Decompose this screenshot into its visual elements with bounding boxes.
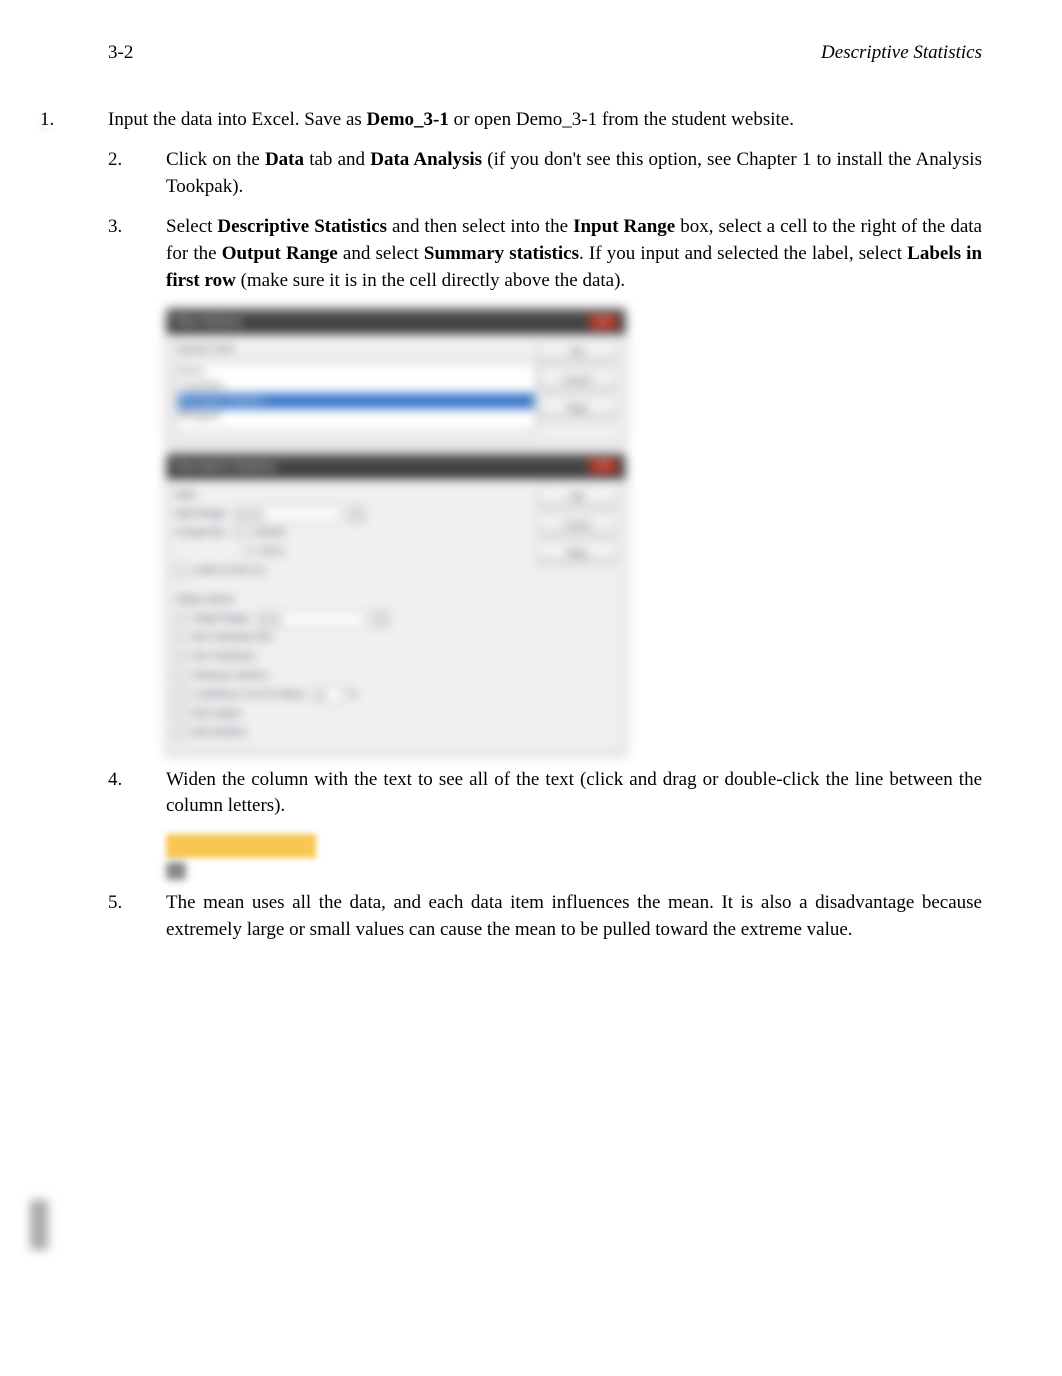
text-bold: Demo_3-1 xyxy=(367,109,449,130)
text-bold: Output Range xyxy=(222,243,338,264)
ok-button[interactable]: OK xyxy=(537,342,617,364)
page-number: 3-2 xyxy=(108,40,133,67)
output-range-radio[interactable] xyxy=(175,613,186,624)
input-range-field[interactable]: $A:$A xyxy=(233,506,343,522)
new-workbook-radio[interactable] xyxy=(175,651,186,662)
range-picker-icon[interactable] xyxy=(373,611,389,627)
percent-label: % xyxy=(349,687,357,703)
text-fragment: . If you input and selected the label, s… xyxy=(579,243,907,264)
text-fragment: Click on the xyxy=(166,149,265,170)
text-fragment: tab and xyxy=(304,149,370,170)
step-number: 5. xyxy=(108,890,166,943)
text-bold: Data xyxy=(265,149,304,170)
step-3: 3. Select Descriptive Statistics and the… xyxy=(108,214,982,294)
kth-smallest-checkbox[interactable] xyxy=(175,727,187,739)
input-range-label: Input Range: xyxy=(175,506,227,522)
dialog-screenshots: Data Analysis ✕ Analysis Tools Anova Cor… xyxy=(166,308,982,753)
text-bold: Summary statistics xyxy=(424,243,579,264)
page-header: 3-2 Descriptive Statistics xyxy=(108,40,982,107)
step-2: 2. Click on the Data tab and Data Analys… xyxy=(108,147,982,200)
step-1: 1. Input the data into Excel. Save as De… xyxy=(40,107,982,134)
new-worksheet-radio[interactable] xyxy=(175,632,186,643)
dialog-title-text: Data Analysis xyxy=(175,313,242,330)
summary-stats-label: Summary statistics xyxy=(193,668,269,684)
analysis-tools-label: Analysis Tools xyxy=(175,342,537,358)
range-picker-icon[interactable] xyxy=(349,506,365,522)
new-workbook-label: New Workbook xyxy=(192,649,255,665)
confidence-value[interactable]: 95 xyxy=(313,687,343,703)
rows-label: Rows xyxy=(262,544,285,560)
descriptive-statistics-dialog: Descriptive Statistics ✕ Input Input Ran… xyxy=(166,453,626,753)
new-worksheet-label: New Worksheet Ply: xyxy=(192,630,274,646)
rows-radio[interactable] xyxy=(245,546,256,557)
text-bold: Data Analysis xyxy=(370,149,482,170)
text-fragment: and then select into the xyxy=(387,216,573,237)
dialog-titlebar: Descriptive Statistics ✕ xyxy=(167,454,625,479)
selected-tool[interactable]: Descriptive Statistics xyxy=(178,393,534,409)
output-range-label: Output Range: xyxy=(192,611,251,627)
text-bold: Descriptive Statistics xyxy=(217,216,387,237)
redacted-smudge xyxy=(166,862,186,880)
columns-radio[interactable] xyxy=(233,527,244,538)
step-text: Click on the Data tab and Data Analysis … xyxy=(166,147,982,200)
step-number: 2. xyxy=(108,147,166,200)
columns-label: Columns xyxy=(250,525,286,541)
close-icon[interactable]: ✕ xyxy=(589,315,617,329)
help-button[interactable]: Help xyxy=(537,543,617,565)
faint-margin-number: 1. xyxy=(38,112,52,139)
help-button[interactable]: Help xyxy=(537,398,617,420)
step-text: Select Descriptive Statistics and then s… xyxy=(166,214,982,294)
margin-redaction xyxy=(30,1200,48,1250)
text-fragment: (make sure it is in the cell directly ab… xyxy=(236,270,625,291)
text-bold: Input Range xyxy=(573,216,675,237)
output-section-label: Output options xyxy=(175,592,537,608)
kth-largest-label: Kth Largest: xyxy=(193,706,243,722)
cancel-button[interactable]: Cancel xyxy=(537,515,617,537)
dialog-titlebar: Data Analysis ✕ xyxy=(167,309,625,334)
confidence-label: Confidence Level for Mean: xyxy=(193,687,307,703)
labels-first-row-label: Labels in first row xyxy=(193,563,267,579)
text-fragment: Input the data into Excel. Save as xyxy=(108,109,367,130)
page-title: Descriptive Statistics xyxy=(821,40,982,67)
dialog-title-text: Descriptive Statistics xyxy=(175,458,277,475)
step-4: 4. Widen the column with the text to see… xyxy=(108,767,982,820)
text-fragment: and select xyxy=(338,243,424,264)
step-number: 4. xyxy=(108,767,166,820)
step-5: 5. The mean uses all the data, and each … xyxy=(108,890,982,943)
step-text: Input the data into Excel. Save as Demo_… xyxy=(108,107,982,134)
text-fragment: Select xyxy=(166,216,217,237)
analysis-tools-list[interactable]: Anova Correlation Descriptive Statistics… xyxy=(175,362,537,432)
kth-largest-checkbox[interactable] xyxy=(175,708,187,720)
ok-button[interactable]: OK xyxy=(537,487,617,509)
kth-smallest-label: Kth Smallest: xyxy=(193,725,248,741)
labels-checkbox[interactable] xyxy=(175,565,187,577)
data-analysis-dialog: Data Analysis ✕ Analysis Tools Anova Cor… xyxy=(166,308,626,445)
cancel-button[interactable]: Cancel xyxy=(537,370,617,392)
step-number: 3. xyxy=(108,214,166,294)
close-icon[interactable]: ✕ xyxy=(589,459,617,473)
step-text: Widen the column with the text to see al… xyxy=(166,767,982,820)
confidence-checkbox[interactable] xyxy=(175,689,187,701)
grouped-by-label: Grouped By: xyxy=(175,525,227,541)
summary-stats-checkbox[interactable] xyxy=(175,670,187,682)
output-range-field[interactable]: $C$1 xyxy=(257,611,367,627)
input-section-label: Input xyxy=(175,487,537,503)
text-fragment: or open Demo_3-1 from the student websit… xyxy=(449,109,794,130)
step-text: The mean uses all the data, and each dat… xyxy=(166,890,982,943)
redacted-highlight xyxy=(166,834,316,858)
